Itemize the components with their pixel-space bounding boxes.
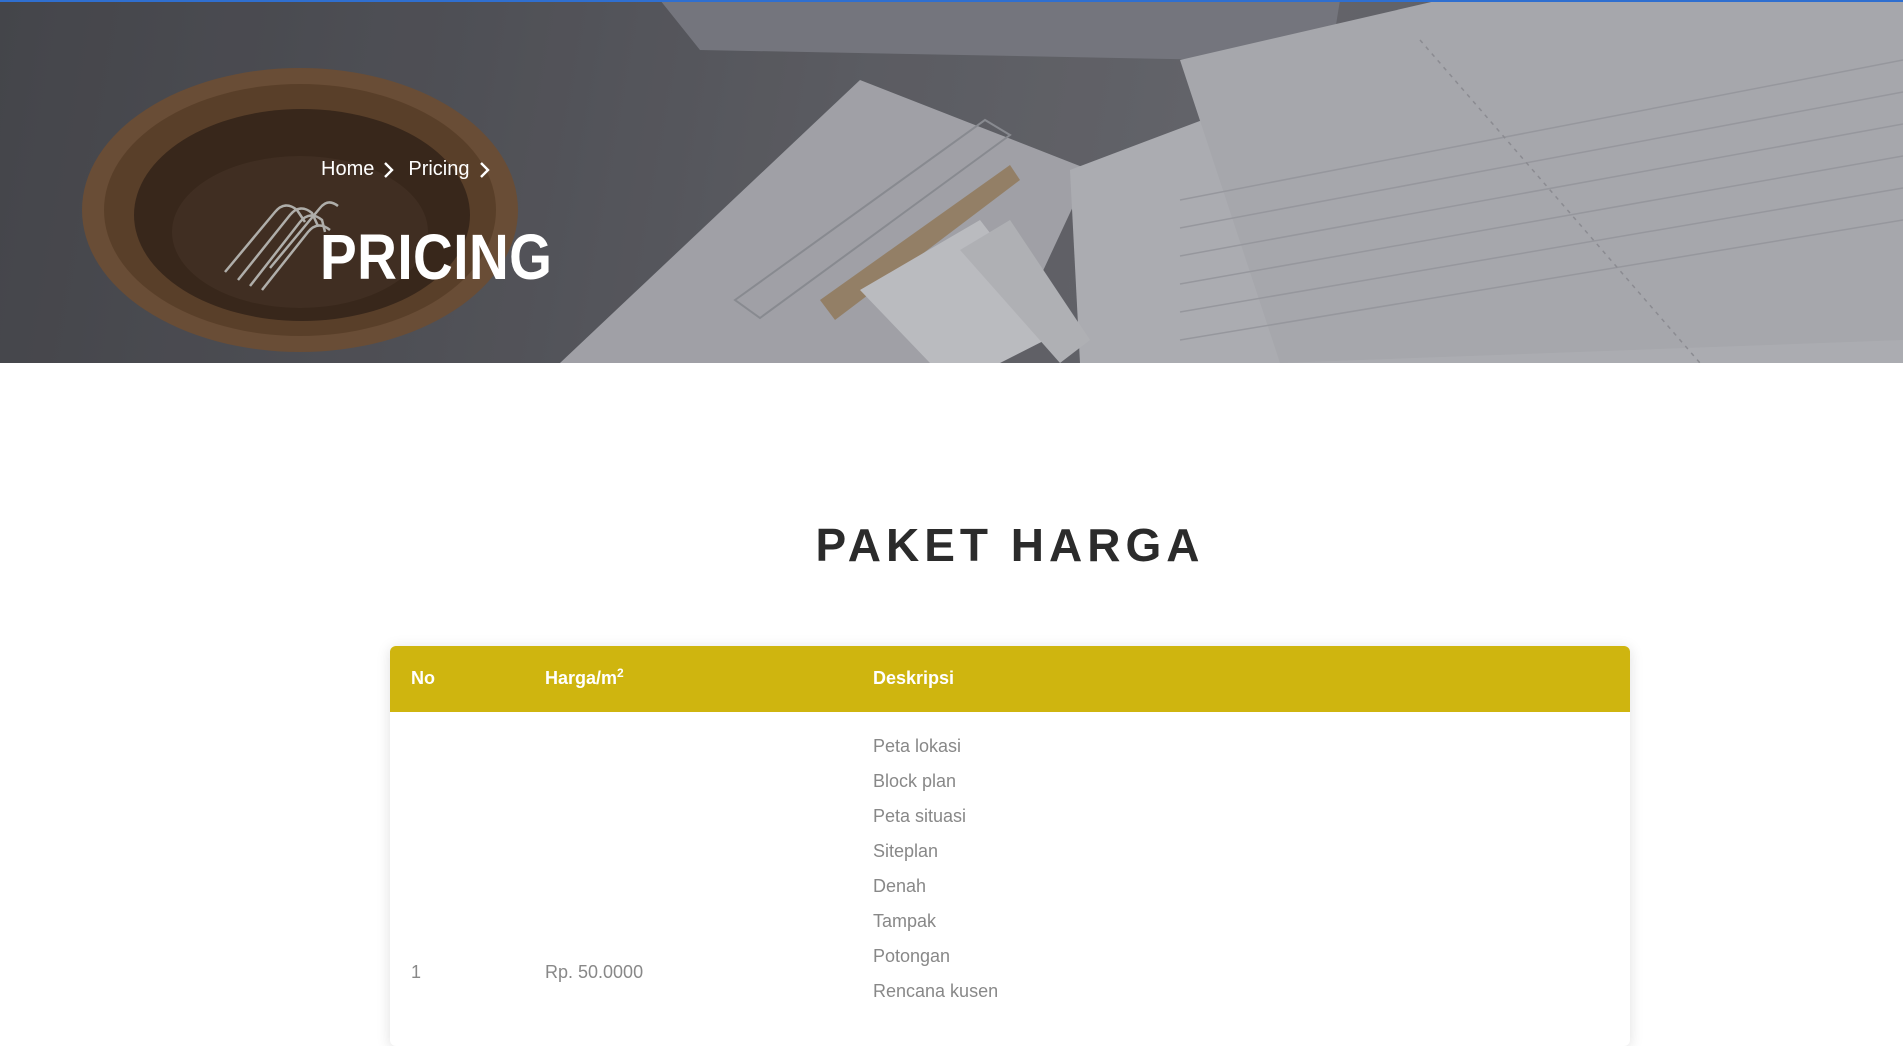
- chevron-right-icon: [479, 161, 490, 178]
- page-title: PRICING: [320, 221, 553, 293]
- list-item: Siteplan: [873, 841, 939, 861]
- list-item: Denah: [873, 876, 927, 896]
- hero-banner: Home Pricing PRICING: [0, 0, 1903, 363]
- breadcrumb-item-pricing[interactable]: Pricing: [408, 158, 490, 181]
- hero-dark-overlay: [0, 0, 1903, 363]
- column-header-harga-text: Harga/m: [545, 668, 618, 688]
- column-header-deskripsi: Deskripsi: [873, 668, 955, 688]
- pricing-table: No Harga/m2 Deskripsi 1 Rp. 50.0000 Peta…: [390, 646, 1630, 1046]
- breadcrumb: Home Pricing: [321, 158, 490, 181]
- list-item: Tampak: [873, 911, 937, 931]
- breadcrumb-label[interactable]: Home: [321, 158, 374, 181]
- breadcrumb-label[interactable]: Pricing: [408, 158, 469, 181]
- chevron-right-icon: [384, 161, 395, 178]
- superscript-2: 2: [617, 666, 624, 680]
- top-accent-line: [0, 0, 1903, 2]
- cell-no: 1: [411, 962, 422, 982]
- cell-deskripsi-list: Peta lokasi Block plan Peta situasi Site…: [873, 736, 998, 1016]
- list-item: Potongan: [873, 946, 951, 966]
- column-header-no: No: [411, 668, 435, 688]
- section-title: PAKET HARGA: [815, 519, 1205, 571]
- breadcrumb-item-home[interactable]: Home: [321, 158, 395, 181]
- list-item: Peta lokasi: [873, 736, 962, 756]
- table-header: No Harga/m2 Deskripsi: [390, 646, 1630, 712]
- column-header-harga: Harga/m2: [545, 666, 624, 689]
- list-item: Block plan: [873, 771, 957, 791]
- cell-harga: Rp. 50.0000: [545, 962, 644, 982]
- list-item: Peta situasi: [873, 806, 967, 826]
- list-item: Rencana kusen: [873, 981, 999, 1001]
